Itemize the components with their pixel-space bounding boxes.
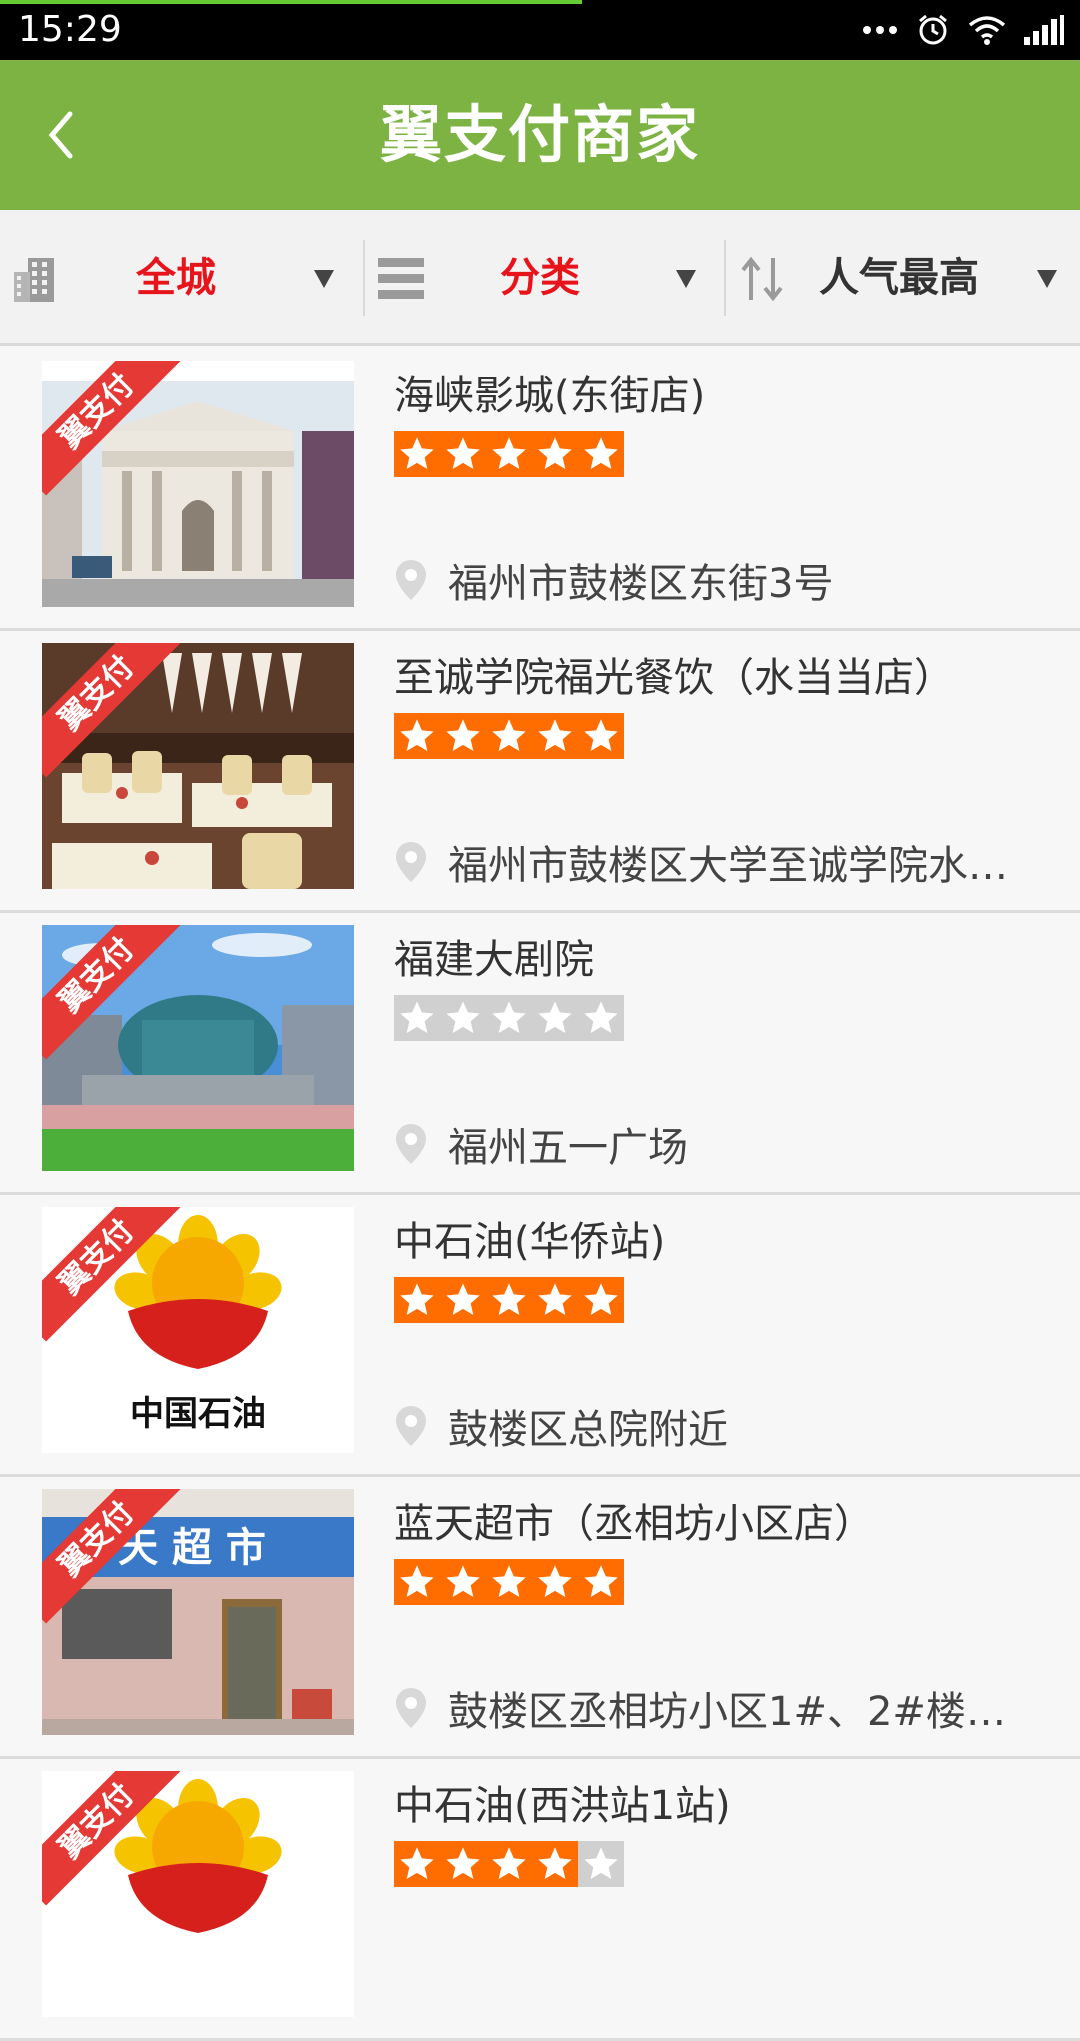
location-pin-icon [396,1688,426,1728]
star-icon [440,995,486,1041]
merchant-address: 鼓楼区总院附近 [394,1397,1044,1455]
star-icon [532,1277,578,1323]
filter-bar: 全城 分类 人气最高 [0,210,1080,346]
filter-divider [724,240,726,316]
wifi-icon [968,15,1006,45]
svg-text:天 超 市: 天 超 市 [118,1525,266,1571]
star-icon [578,1841,624,1887]
filter-area-dropdown[interactable]: 全城 [0,210,362,346]
merchant-name: 中石油(西洪站1站) [394,1783,731,1829]
list-icon [378,256,424,306]
star-icon [486,995,532,1041]
chevron-down-icon [676,270,696,288]
star-icon [578,713,624,759]
star-icon [486,1559,532,1605]
building-icon [12,256,56,306]
signal-icon [1024,15,1064,45]
rating-stars [394,713,624,759]
merchant-photo: 中国石油 翼支付 [42,1207,354,1453]
merchant-name: 至诚学院福光餐饮（水当当店） [394,655,954,701]
filter-divider [363,240,365,316]
list-item[interactable]: 天 超 市 翼支付 蓝天超市（丞相坊小区店） 鼓楼区丞相坊小区1#、2#楼连… [0,1477,1080,1759]
rating-stars [394,995,624,1041]
status-time: 15:29 [18,9,122,50]
star-icon [578,995,624,1041]
merchant-address: 鼓楼区丞相坊小区1#、2#楼连… [394,1679,1044,1737]
rating-stars [394,1277,624,1323]
star-icon [394,713,440,759]
merchant-photo: 翼支付 [42,1771,354,2017]
alarm-icon [916,13,950,47]
merchant-list: 翼支付 海峡影城(东街店) 福州市鼓楼区东街3号 翼支付 至诚学院福光餐饮（水当… [0,349,1080,2041]
filter-sort-label: 人气最高 [819,255,979,301]
star-icon [394,1277,440,1323]
chevron-down-icon [314,270,334,288]
address-text: 福州市鼓楼区大学至诚学院水… [448,843,1008,889]
merchant-photo: 翼支付 [42,361,354,607]
star-icon [394,1841,440,1887]
rating-stars [394,1559,624,1605]
star-icon [486,1277,532,1323]
status-icons [862,10,1064,50]
location-pin-icon [396,1124,426,1164]
merchant-address: 福州市鼓楼区东街3号 [394,551,1044,609]
location-pin-icon [396,1406,426,1446]
list-item[interactable]: 翼支付 海峡影城(东街店) 福州市鼓楼区东街3号 [0,349,1080,631]
location-pin-icon [396,560,426,600]
sort-icon [739,256,785,306]
filter-sort-dropdown[interactable]: 人气最高 [727,210,1080,346]
star-icon [532,995,578,1041]
svg-text:中国石油: 中国石油 [130,1394,266,1434]
star-icon [486,713,532,759]
merchant-photo: 翼支付 [42,925,354,1171]
more-dots-icon [862,25,898,35]
star-icon [440,713,486,759]
star-icon [532,713,578,759]
list-item[interactable]: 翼支付 中石油(西洪站1站) [0,1759,1080,2041]
rating-stars [394,431,624,477]
address-text: 福州五一广场 [448,1125,688,1171]
merchant-photo: 天 超 市 翼支付 [42,1489,354,1735]
location-pin-icon [396,842,426,882]
star-icon [440,1277,486,1323]
star-icon [578,1277,624,1323]
chevron-down-icon [1037,270,1057,288]
star-icon [578,431,624,477]
star-icon [394,995,440,1041]
title-bar: 翼支付商家 [0,60,1080,210]
address-text: 鼓楼区总院附近 [448,1407,728,1453]
list-item[interactable]: 中国石油 翼支付 中石油(华侨站) 鼓楼区总院附近 [0,1195,1080,1477]
address-text: 福州市鼓楼区东街3号 [448,561,834,607]
star-icon [394,431,440,477]
merchant-address: 福州市鼓楼区大学至诚学院水… [394,833,1044,891]
address-text: 鼓楼区丞相坊小区1#、2#楼连… [448,1689,1044,1735]
merchant-name: 海峡影城(东街店) [394,373,706,419]
star-icon [578,1559,624,1605]
star-icon [532,1841,578,1887]
star-icon [440,431,486,477]
list-item[interactable]: 翼支付 福建大剧院 福州五一广场 [0,913,1080,1195]
filter-category-dropdown[interactable]: 分类 [366,210,724,346]
merchant-name: 蓝天超市（丞相坊小区店） [394,1501,874,1547]
loading-progress-bar [0,0,582,4]
status-bar: 15:29 [0,0,1080,60]
star-icon [486,1841,532,1887]
filter-category-label: 分类 [500,255,580,301]
page-title: 翼支付商家 [379,98,700,171]
star-icon [532,431,578,477]
merchant-name: 福建大剧院 [394,937,594,983]
star-icon [440,1559,486,1605]
merchant-photo: 翼支付 [42,643,354,889]
star-icon [440,1841,486,1887]
rating-stars [394,1841,624,1887]
merchant-address: 福州五一广场 [394,1115,1044,1173]
star-icon [532,1559,578,1605]
list-item[interactable]: 翼支付 至诚学院福光餐饮（水当当店） 福州市鼓楼区大学至诚学院水… [0,631,1080,913]
filter-area-label: 全城 [136,255,216,301]
star-icon [394,1559,440,1605]
merchant-name: 中石油(华侨站) [394,1219,666,1265]
star-icon [486,431,532,477]
